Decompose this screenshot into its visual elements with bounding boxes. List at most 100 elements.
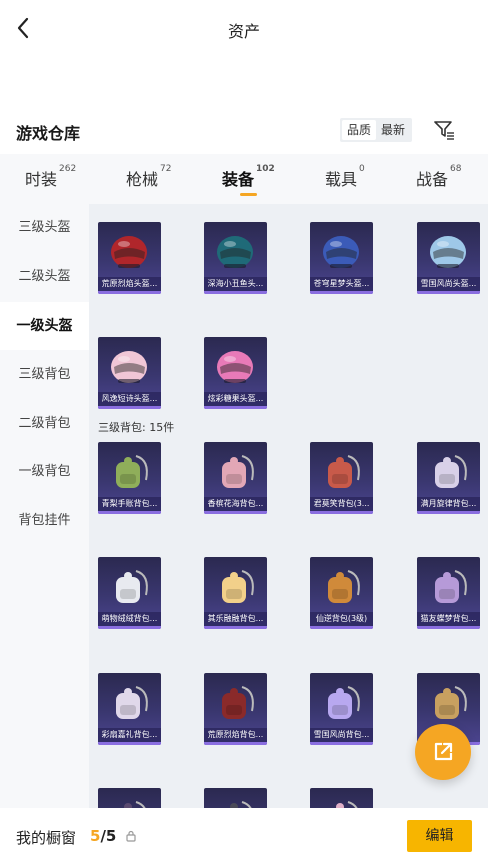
rarity-bar [204,626,267,629]
backpack-icon [328,455,360,488]
tab-label: 载具 [325,170,358,189]
item-name: 彩扇嘉礼背包... [98,728,161,742]
backpack-card[interactable]: 香槟花海背包... [204,442,267,514]
header: 资产 [0,0,488,58]
rarity-bar [98,511,161,514]
tab-supplies[interactable]: 战备68 [416,164,462,190]
backpack-card[interactable]: 其乐融融背包... [204,557,267,629]
sidebar-item-level2-backpack[interactable]: 二级背包 [0,400,89,448]
showcase-count-current: 5 [90,827,101,845]
showcase-title: 我的橱窗 [16,829,77,847]
edit-button[interactable]: 编辑 [407,820,472,852]
tab-label: 战备 [416,170,449,189]
helmet-card[interactable]: 深海小丑鱼头... [204,222,267,294]
helmet-card[interactable]: 风逸短诗头盔... [98,337,161,409]
rarity-bar [204,291,267,294]
item-grid: 三级背包: 15件 荒原烈焰头盔... 深海小丑鱼头... 苍穹星梦头盔... 雪国风… [89,204,488,808]
rarity-bar [310,511,373,514]
rarity-bar [98,291,161,294]
backpack-card[interactable]: 满月旋律背包... [417,442,480,514]
rarity-bar [310,742,373,745]
sort-toggle: 品质 最新 [340,118,413,142]
backpack-icon [435,686,467,719]
helmet-icon [323,236,359,268]
item-name: 萌物绒绒背包... [98,612,161,626]
backpack-card[interactable] [204,788,267,808]
tab-fashion[interactable]: 时装262 [25,164,76,190]
sidebar-item-backpack-charm[interactable]: 背包挂件 [0,497,89,545]
item-name: 香槟花海背包... [204,497,267,511]
filter-icon[interactable] [432,118,456,142]
sidebar-item-level1-backpack[interactable]: 一级背包 [0,448,89,496]
helmet-icon [430,236,466,268]
backpack-icon [116,570,148,603]
backpack-card[interactable]: 仙逆背包(3级) [310,557,373,629]
rarity-bar [310,626,373,629]
sidebar-item-level1-helmet[interactable]: 一级头盔 [0,302,89,350]
share-button[interactable] [415,724,471,780]
backpack-card[interactable]: 萌物绒绒背包... [98,557,161,629]
active-tab-indicator [240,193,257,196]
backpack-icon [336,801,358,808]
showcase-bar: 我的橱窗 5/5 编辑 [0,808,488,864]
tab-count: 68 [450,164,462,174]
backpack-icon [124,801,146,808]
tab-count: 0 [359,164,365,174]
backpack-card[interactable]: 君莫笑背包(3... [310,442,373,514]
tab-label: 枪械 [126,170,159,189]
backpack-icon [328,686,360,719]
category-tabs: 时装262 枪械72 装备102 载具0 战备68 [0,154,488,204]
item-name: 炫彩糖果头盔... [204,392,267,406]
tab-count: 102 [256,164,275,174]
backpack-icon [222,570,254,603]
sidebar-item-level3-backpack[interactable]: 三级背包 [0,351,89,399]
item-name: 雪国风尚背包... [310,728,373,742]
rarity-bar [98,742,161,745]
helmet-card[interactable]: 炫彩糖果头盔... [204,337,267,409]
tab-firearms[interactable]: 枪械72 [126,164,172,190]
tab-label: 时装 [25,170,58,189]
rarity-bar [98,626,161,629]
backpack-card[interactable] [310,788,373,808]
item-name: 雪国风尚头盔... [417,277,480,291]
lock-icon [126,830,136,842]
item-name: 风逸短诗头盔... [98,392,161,406]
helmet-icon [111,236,147,268]
warehouse-title: 游戏仓库 [16,124,81,143]
backpack-card[interactable]: 猫友蝶梦背包... [417,557,480,629]
helmet-card[interactable]: 荒原烈焰头盔... [98,222,161,294]
backpack-card[interactable] [98,788,161,808]
tab-label: 装备 [222,170,255,189]
sidebar: 三级头盔 二级头盔 一级头盔 三级背包 二级背包 一级背包 背包挂件 [0,204,89,808]
item-name: 满月旋律背包... [417,497,480,511]
sort-newest-option[interactable]: 最新 [376,120,410,140]
item-name: 荒原烈焰背包... [204,728,267,742]
backpack-card[interactable]: 雪国风尚背包... [310,673,373,745]
backpack-icon [222,455,254,488]
backpack-card[interactable]: 彩扇嘉礼背包... [98,673,161,745]
sidebar-item-level2-helmet[interactable]: 二级头盔 [0,253,89,301]
rarity-bar [204,742,267,745]
sidebar-item-level3-helmet[interactable]: 三级头盔 [0,204,89,252]
tab-count: 72 [160,164,172,174]
helmet-card[interactable]: 雪国风尚头盔... [417,222,480,294]
item-name: 深海小丑鱼头... [204,277,267,291]
backpack-icon [116,455,148,488]
rarity-bar [204,406,267,409]
page-title: 资产 [227,22,260,41]
helmet-icon [217,236,253,268]
showcase-count: 5/5 [90,827,116,845]
backpack-icon [222,686,254,719]
rarity-bar [98,406,161,409]
item-name: 猫友蝶梦背包... [417,612,480,626]
tab-vehicles[interactable]: 载具0 [325,164,365,190]
backpack-card[interactable]: 青梨手账背包... [98,442,161,514]
backpack-icon [230,801,252,808]
helmet-card[interactable]: 苍穹星梦头盔... [310,222,373,294]
sort-quality-option[interactable]: 品质 [342,120,377,140]
rarity-bar [204,511,267,514]
section-label: 三级背包: 15件 [98,421,175,434]
tab-equipment[interactable]: 装备102 [222,164,275,190]
backpack-card[interactable]: 荒原烈焰背包... [204,673,267,745]
backpack-icon [435,455,467,488]
